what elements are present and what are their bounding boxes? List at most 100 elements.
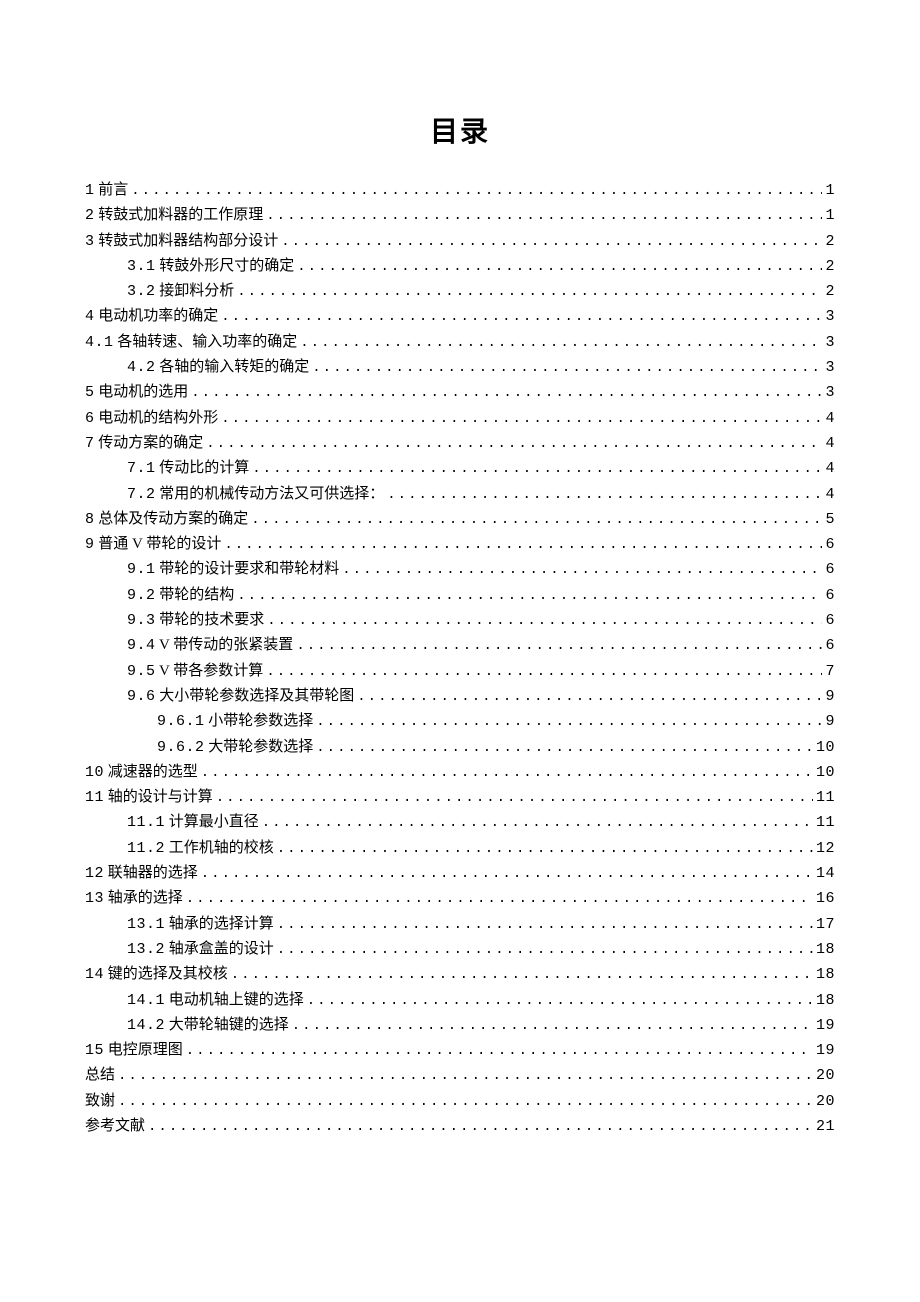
toc-entry-page: 11 (816, 786, 835, 810)
toc-leader (267, 610, 822, 633)
toc-entry-label: 7.1 传动比的计算 (127, 456, 249, 481)
toc-entry: 12 联轴器的选择14 (85, 861, 835, 886)
toc-entry-label: 13.1 轴承的选择计算 (127, 912, 274, 937)
toc-entry-page: 6 (825, 533, 835, 557)
toc-entry-label: 9.2 带轮的结构 (127, 583, 234, 608)
toc-entry: 11.2 工作机轴的校核12 (85, 836, 835, 861)
toc-entry: 3 转鼓式加料器结构部分设计2 (85, 229, 835, 254)
toc-leader (281, 231, 822, 254)
toc-leader (300, 332, 822, 355)
toc-entry-label: 13 轴承的选择 (85, 886, 183, 911)
toc-entry-label: 15 电控原理图 (85, 1038, 183, 1063)
toc-entry-page: 4 (825, 457, 835, 481)
toc-leader (201, 863, 813, 886)
toc-leader (221, 306, 822, 329)
toc-leader (297, 256, 822, 279)
toc-leader (316, 711, 822, 734)
toc-entry: 10 减速器的选型 10 (85, 760, 835, 785)
toc-entry-page: 6 (825, 609, 835, 633)
toc-entry-page: 11 (816, 811, 835, 835)
toc-entry: 9.6.1 小带轮参数选择 9 (85, 709, 835, 734)
toc-entry-label: 4 电动机功率的确定 (85, 304, 218, 329)
toc-entry: 7.2 常用的机械传动方法又可供选择： 4 (85, 482, 835, 507)
toc-entry-page: 4 (825, 483, 835, 507)
toc-entry-page: 2 (825, 230, 835, 254)
toc-entry-label: 11.1 计算最小直径 (127, 810, 259, 835)
toc-entry-label: 7 传动方案的确定 (85, 431, 203, 456)
toc-entry: 6 电动机的结构外形4 (85, 406, 835, 431)
toc-entry: 13 轴承的选择 16 (85, 886, 835, 911)
toc-entry: 9.3 带轮的技术要求6 (85, 608, 835, 633)
toc-entry-label: 13.2 轴承盒盖的设计 (127, 937, 274, 962)
toc-entry-page: 3 (825, 381, 835, 405)
toc-entry-label: 3.2 接卸料分析 (127, 279, 234, 304)
toc-entry-label: 3.1 转鼓外形尺寸的确定 (127, 254, 294, 279)
toc-title: 目录 (85, 110, 835, 150)
toc-entry: 3.1 转鼓外形尺寸的确定 2 (85, 254, 835, 279)
toc-entry-label: 10 减速器的选型 (85, 760, 198, 785)
toc-entry-page: 18 (816, 963, 835, 987)
toc-entry: 7 传动方案的确定 4 (85, 431, 835, 456)
toc-entry-page: 10 (816, 761, 835, 785)
toc-leader (266, 205, 822, 228)
toc-entry-page: 17 (816, 913, 835, 937)
table-of-contents: 1 前言12 转鼓式加料器的工作原理 1 3 转鼓式加料器结构部分设计23.1 转鼓… (85, 178, 835, 1139)
toc-entry: 9.2 带轮的结构 6 (85, 583, 835, 608)
toc-leader (206, 433, 822, 456)
toc-entry-label: 14.2 大带轮轴键的选择 (127, 1013, 289, 1038)
toc-leader (237, 585, 822, 608)
toc-entry-label: 9.4 V 带传动的张紧装置 (127, 633, 293, 658)
toc-leader (251, 509, 822, 532)
toc-leader (216, 787, 813, 810)
toc-entry-label: 12 联轴器的选择 (85, 861, 198, 886)
toc-leader (131, 180, 822, 203)
toc-entry-label: 14 键的选择及其校核 (85, 962, 228, 987)
toc-leader (231, 964, 813, 987)
toc-leader (312, 357, 822, 380)
toc-leader (224, 534, 822, 557)
toc-entry-page: 6 (825, 558, 835, 582)
toc-entry-label: 9.6.1 小带轮参数选择 (157, 709, 313, 734)
toc-entry: 14 键的选择及其校核 18 (85, 962, 835, 987)
toc-leader (148, 1116, 813, 1139)
toc-entry: 8 总体及传动方案的确定5 (85, 507, 835, 532)
toc-entry-page: 1 (825, 179, 835, 203)
toc-entry: 4.1 各轴转速、输入功率的确定3 (85, 330, 835, 355)
toc-entry-page: 3 (825, 356, 835, 380)
toc-entry: 9.6 大小带轮参数选择及其带轮图9 (85, 684, 835, 709)
toc-entry-page: 19 (816, 1014, 835, 1038)
toc-entry: 14.2 大带轮轴键的选择 19 (85, 1013, 835, 1038)
toc-entry-label: 7.2 常用的机械传动方法又可供选择： (127, 482, 384, 507)
toc-leader (307, 990, 813, 1013)
toc-leader (118, 1065, 813, 1088)
toc-entry: 15 电控原理图19 (85, 1038, 835, 1063)
toc-entry: 9.1 带轮的设计要求和带轮材料 6 (85, 557, 835, 582)
toc-entry: 致谢20 (85, 1089, 835, 1114)
toc-leader (357, 686, 822, 709)
toc-entry-page: 2 (825, 255, 835, 279)
toc-entry-label: 5 电动机的选用 (85, 380, 188, 405)
toc-leader (292, 1015, 813, 1038)
toc-entry: 11.1 计算最小直径 11 (85, 810, 835, 835)
toc-entry: 9.6.2 大带轮参数选择10 (85, 735, 835, 760)
toc-entry-page: 16 (816, 887, 835, 911)
toc-entry-label: 2 转鼓式加料器的工作原理 (85, 203, 263, 228)
toc-entry-page: 4 (825, 432, 835, 456)
toc-entry-label: 9.1 带轮的设计要求和带轮材料 (127, 557, 339, 582)
toc-entry-label: 9.5 V 带各参数计算 (127, 659, 263, 684)
toc-leader (252, 458, 822, 481)
toc-entry-page: 9 (825, 685, 835, 709)
toc-leader (277, 838, 813, 861)
toc-leader (191, 382, 822, 405)
toc-entry-page: 9 (825, 710, 835, 734)
toc-leader (266, 661, 822, 684)
toc-leader (186, 1040, 813, 1063)
toc-entry-page: 6 (825, 584, 835, 608)
toc-entry-label: 9 普通 V 带轮的设计 (85, 532, 221, 557)
toc-leader (186, 888, 813, 911)
toc-leader (262, 812, 813, 835)
toc-entry-label: 4.2 各轴的输入转矩的确定 (127, 355, 309, 380)
toc-entry: 1 前言1 (85, 178, 835, 203)
toc-entry: 13.2 轴承盒盖的设计18 (85, 937, 835, 962)
toc-entry-label: 11 轴的设计与计算 (85, 785, 213, 810)
